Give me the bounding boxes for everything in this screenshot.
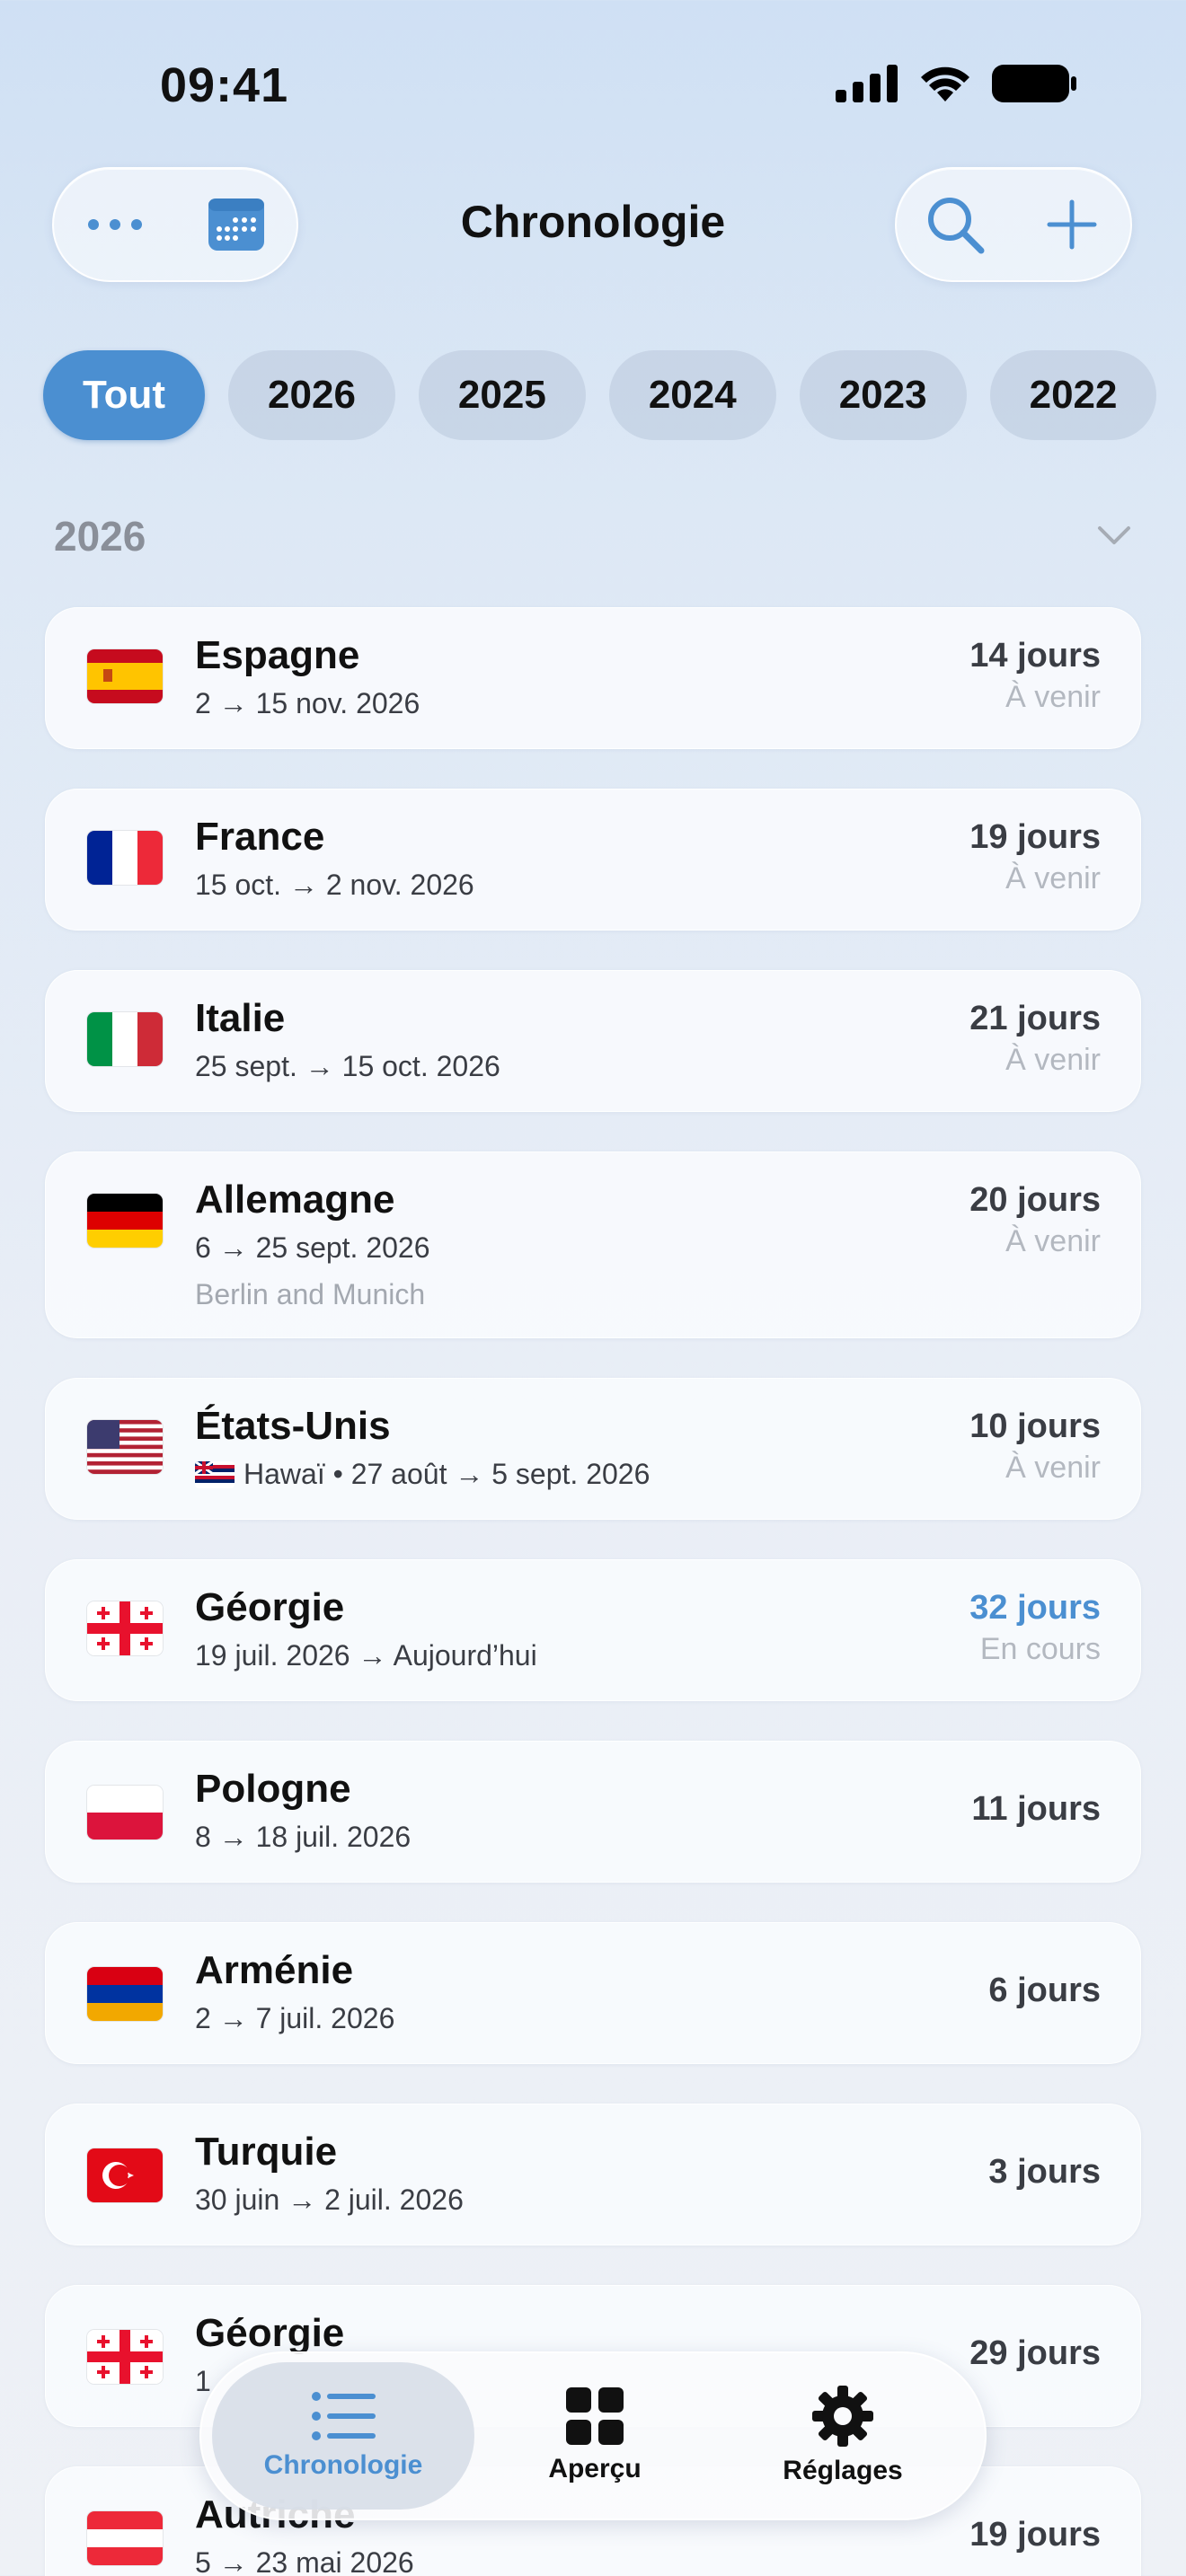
hawaii-flag-icon [195,1460,235,1488]
trip-status: À venir [1005,1043,1101,1077]
chevron-down-icon [1098,526,1130,544]
filter-chip-2022[interactable]: 2022 [989,350,1157,440]
trip-row[interactable]: Pologne 8 → 18 juil. 2026 11 jours [45,1741,1141,1883]
filter-chip-2026[interactable]: 2026 [228,350,395,440]
trip-status: En cours [979,1632,1101,1666]
trip-row[interactable]: Italie 25 sept. → 15 oct. 2026 21 jours … [45,970,1141,1112]
list-icon [312,2392,376,2440]
search-button[interactable] [910,180,1000,269]
trip-duration: 19 jours [969,818,1101,856]
cellular-signal-icon [836,65,898,102]
wifi-icon [921,66,969,101]
section-header-2026[interactable]: 2026 [54,512,1132,575]
trip-row[interactable]: Espagne 2 → 15 nov. 2026 14 jours À veni… [45,607,1141,749]
trip-country: États-Unis [195,1404,391,1448]
trip-duration: 3 jours [988,2153,1101,2191]
trip-dates: 30 juin → 2 juil. 2026 [195,2183,464,2216]
trip-country: Espagne [195,633,360,677]
italy-flag-icon [87,1012,163,1066]
section-title: 2026 [54,513,146,560]
trip-duration: 19 jours [969,2516,1101,2554]
filter-chip-2023[interactable]: 2023 [799,350,967,440]
trip-country: Italie [195,996,286,1040]
trip-dates: 2 → 15 nov. 2026 [195,687,420,719]
trip-duration: 29 jours [969,2334,1101,2372]
trip-status: À venir [1005,861,1101,895]
trip-row[interactable]: Allemagne 6 → 25 sept. 2026 Berlin and M… [45,1151,1141,1338]
trip-row-current[interactable]: Géorgie 19 juil. 2026 → Aujourd’hui 32 j… [45,1559,1141,1701]
trip-duration: 20 jours [969,1181,1101,1219]
grid-icon [566,2387,624,2445]
status-bar: 09:41 [0,0,1186,171]
search-icon [928,198,985,254]
tab-label: Aperçu [548,2454,642,2483]
georgia-flag-icon [87,1601,163,1655]
trip-status: À venir [1005,1224,1101,1258]
header-right-group [895,167,1132,282]
trip-dates: 6 → 25 sept. 2026 [195,1231,430,1264]
trip-country: Arménie [195,1948,354,1992]
battery-icon [992,65,1076,102]
add-trip-button[interactable] [1027,180,1117,269]
trip-dates: 8 → 18 juil. 2026 [195,1821,412,1853]
trip-dates: 19 juil. 2026 → Aujourd’hui [195,1639,537,1672]
year-filter-bar: Tout 2026 2025 2024 2023 2022 [43,350,1157,440]
gear-icon [812,2386,873,2447]
trip-country: Pologne [195,1767,351,1811]
trip-country: France [195,815,325,859]
trip-note: Berlin and Munich [195,1278,426,1310]
trip-country: Géorgie [195,2311,345,2355]
trip-dates: Hawaï • 27 août → 5 sept. 2026 [195,1458,650,1491]
georgia-flag-icon [87,2330,163,2384]
trip-row[interactable]: France 15 oct. → 2 nov. 2026 19 jours À … [45,789,1141,931]
trip-country: Turquie [195,2130,338,2174]
trip-country: Allemagne [195,1178,395,1222]
plus-icon [1047,199,1097,250]
trip-dates: 15 oct. → 2 nov. 2026 [195,869,474,901]
germany-flag-icon [87,1194,163,1248]
poland-flag-icon [87,1786,163,1839]
trip-status: À venir [1005,680,1101,714]
spain-flag-icon [87,649,163,703]
trip-duration: 6 jours [988,1972,1101,2009]
trip-duration: 14 jours [969,637,1101,675]
trip-dates: 2 → 7 juil. 2026 [195,2002,395,2034]
filter-chip-2025[interactable]: 2025 [418,350,586,440]
trip-duration: 10 jours [969,1407,1101,1445]
nav-header: Chronologie [0,162,1186,287]
trip-row[interactable]: Arménie 2 → 7 juil. 2026 6 jours [45,1922,1141,2064]
tab-label: Réglages [783,2456,903,2485]
status-time: 09:41 [160,58,289,112]
trip-list: Espagne 2 → 15 nov. 2026 14 jours À veni… [45,607,1141,2576]
trip-row[interactable]: Turquie 30 juin → 2 juil. 2026 3 jours [45,2104,1141,2245]
trip-row[interactable]: États-Unis Hawaï • 27 août → 5 sept. 202… [45,1378,1141,1520]
trip-duration: 21 jours [969,1000,1101,1037]
tab-apercu[interactable]: Aperçu [464,2362,726,2510]
trip-dates: 25 sept. → 15 oct. 2026 [195,1050,500,1082]
tab-reglages[interactable]: Réglages [712,2362,974,2510]
trip-dates: 1 [195,2365,211,2397]
trip-duration: 32 jours [969,1589,1101,1627]
france-flag-icon [87,831,163,885]
tab-bar: Chronologie Aperçu Réglages [199,2351,987,2520]
turkey-flag-icon [87,2148,163,2202]
tab-label: Chronologie [263,2450,423,2480]
usa-flag-icon [87,1420,163,1474]
tab-chronologie[interactable]: Chronologie [212,2362,474,2510]
trip-duration: 11 jours [971,1790,1101,1828]
trip-dates: 5 → 23 mai 2026 [195,2546,414,2576]
filter-chip-2024[interactable]: 2024 [608,350,776,440]
trip-country: Géorgie [195,1585,345,1629]
trip-status: À venir [1005,1451,1101,1485]
filter-chip-all[interactable]: Tout [43,350,206,440]
trip-dates-text: Hawaï • 27 août → 5 sept. 2026 [243,1458,651,1490]
austria-flag-icon [87,2511,163,2565]
armenia-flag-icon [87,1967,163,2021]
